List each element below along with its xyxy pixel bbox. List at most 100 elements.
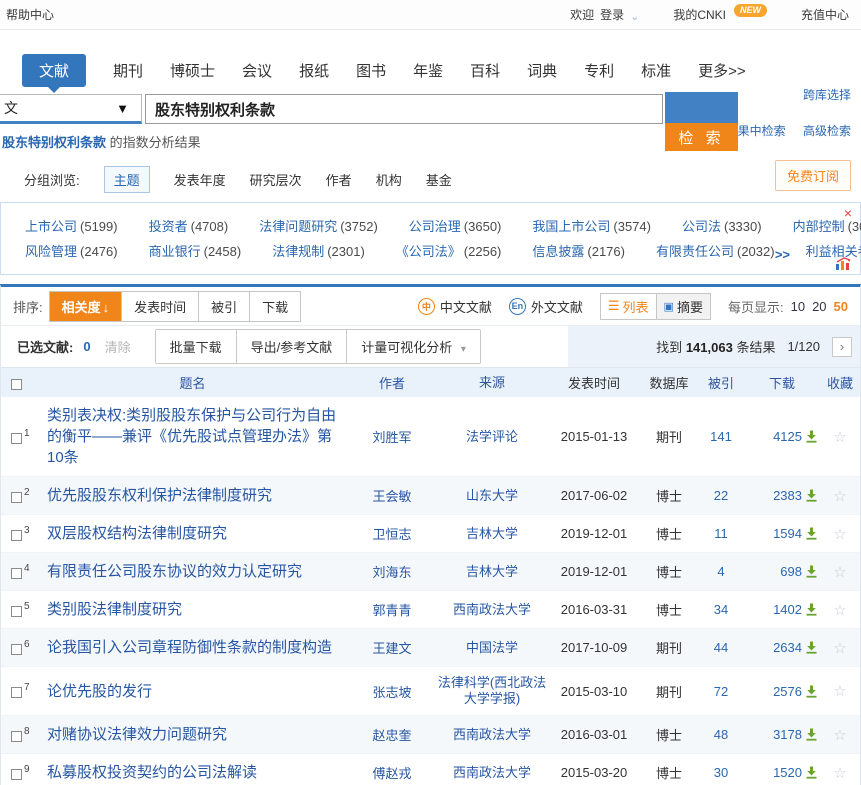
download-icon[interactable] [805, 565, 818, 578]
clear-selection-button[interactable]: 清除 [105, 337, 131, 356]
source-link[interactable]: 法学评论 [466, 429, 518, 444]
result-title-link[interactable]: 类别股法律制度研究 [47, 601, 182, 618]
favorite-star-icon[interactable]: ☆ [820, 428, 860, 446]
nav-tab[interactable]: 图书 [356, 54, 386, 87]
topic-tag[interactable]: 公司治理(3650) [409, 216, 502, 235]
author-link[interactable]: 卫恒志 [372, 527, 411, 542]
download-icon[interactable] [805, 430, 818, 443]
sort-option[interactable]: 相关度 [50, 292, 123, 321]
nav-tab[interactable]: 词典 [527, 54, 557, 87]
download-icon[interactable] [805, 603, 818, 616]
author-link[interactable]: 傅赵戎 [372, 766, 411, 781]
result-title-link[interactable]: 双层股权结构法律制度研究 [47, 525, 227, 542]
next-page-button[interactable]: › [832, 337, 852, 357]
row-checkbox[interactable] [11, 769, 22, 780]
nav-tab[interactable]: 期刊 [113, 54, 143, 87]
download-count-link[interactable]: 1402 [773, 602, 802, 617]
result-title-link[interactable]: 优先股股东权利保护法律制度研究 [47, 487, 272, 504]
source-link[interactable]: 山东大学 [466, 488, 518, 503]
download-count-link[interactable]: 4125 [773, 429, 802, 444]
topic-tag[interactable]: 我国上市公司(3574) [532, 216, 651, 235]
author-link[interactable]: 郭青青 [372, 603, 411, 618]
cited-count-link[interactable]: 34 [714, 602, 728, 617]
per-page-option[interactable]: 50 [834, 299, 848, 314]
export-reference-button[interactable]: 导出/参考文献 [237, 330, 348, 363]
download-count-link[interactable]: 3178 [773, 727, 802, 742]
group-browse-item[interactable]: 基金 [426, 170, 452, 189]
download-icon[interactable] [805, 641, 818, 654]
cited-count-link[interactable]: 30 [714, 765, 728, 780]
source-link[interactable]: 吉林大学 [466, 564, 518, 579]
group-browse-item[interactable]: 发表年度 [174, 170, 226, 189]
download-count-link[interactable]: 698 [780, 564, 802, 579]
bar-chart-icon[interactable] [835, 256, 852, 270]
row-checkbox[interactable] [11, 530, 22, 541]
row-checkbox[interactable] [11, 644, 22, 655]
row-checkbox[interactable] [11, 433, 22, 444]
group-browse-item[interactable]: 研究层次 [250, 170, 302, 189]
nav-tab[interactable]: 会议 [242, 54, 272, 87]
list-view-button[interactable]: ☰ 列表 [601, 294, 656, 319]
download-icon[interactable] [805, 489, 818, 502]
topic-tag[interactable]: 公司法(3330) [682, 216, 762, 235]
result-title-link[interactable]: 私募股权投资契约的公司法解读 [47, 764, 257, 781]
nav-tab[interactable]: 更多>> [698, 54, 746, 87]
cited-count-link[interactable]: 4 [717, 564, 724, 579]
topic-tag[interactable]: 《公司法》(2256) [396, 241, 502, 260]
cited-count-link[interactable]: 72 [714, 684, 728, 699]
group-browse-item[interactable]: 机构 [376, 170, 402, 189]
favorite-star-icon[interactable]: ☆ [820, 601, 860, 619]
topic-tag[interactable]: 信息披露(2176) [532, 241, 625, 260]
favorite-star-icon[interactable]: ☆ [820, 764, 860, 782]
nav-tab[interactable]: 标准 [641, 54, 671, 87]
sort-option[interactable]: 下载 [250, 292, 300, 321]
row-checkbox[interactable] [11, 731, 22, 742]
cited-count-link[interactable]: 44 [714, 640, 728, 655]
favorite-star-icon[interactable]: ☆ [820, 563, 860, 581]
source-link[interactable]: 法律科学(西北政法大学学报) [438, 675, 546, 706]
topic-tag[interactable]: 上市公司(5199) [25, 216, 118, 235]
download-count-link[interactable]: 2634 [773, 640, 802, 655]
row-checkbox[interactable] [11, 606, 22, 617]
row-checkbox[interactable] [11, 568, 22, 579]
sort-option[interactable]: 发表时间 [122, 292, 199, 321]
per-page-option[interactable]: 10 [791, 299, 805, 314]
author-link[interactable]: 赵忠奎 [372, 728, 411, 743]
result-title-link[interactable]: 有限责任公司股东协议的效力认定研究 [47, 563, 302, 580]
favorite-star-icon[interactable]: ☆ [820, 525, 860, 543]
topic-tag[interactable]: 有限责任公司(2032) [656, 241, 775, 260]
recharge-center-link[interactable]: 充值中心 [801, 6, 849, 23]
result-title-link[interactable]: 论优先股的发行 [47, 683, 152, 700]
more-tags-link[interactable]: >> [775, 247, 790, 262]
source-link[interactable]: 西南政法大学 [453, 727, 531, 742]
topic-tag[interactable]: 投资者(4708) [149, 216, 229, 235]
source-link[interactable]: 吉林大学 [466, 526, 518, 541]
source-link[interactable]: 西南政法大学 [453, 602, 531, 617]
metrics-visualization-button[interactable]: 计量可视化分析 ▾ [347, 330, 480, 363]
topic-tag[interactable]: 利益相关者(1668) [806, 241, 861, 260]
foreign-literature-filter[interactable]: En 外文文献 [509, 297, 583, 316]
abstract-view-button[interactable]: ▣ 摘要 [656, 294, 710, 319]
group-browse-item[interactable]: 作者 [326, 170, 352, 189]
download-icon[interactable] [805, 527, 818, 540]
row-checkbox[interactable] [11, 492, 22, 503]
sort-option[interactable]: 被引 [199, 292, 250, 321]
nav-tab[interactable]: 文献 [22, 54, 86, 87]
group-browse-item[interactable]: 主题 [104, 166, 150, 193]
result-title-link[interactable]: 类别表决权:类别股股东保护与公司行为自由的衡平——兼评《优先股试点管理办法》第1… [47, 407, 336, 466]
index-analysis-link[interactable]: 股东特别权利条款 [2, 135, 106, 150]
author-link[interactable]: 刘海东 [372, 565, 411, 580]
favorite-star-icon[interactable]: ☆ [820, 682, 860, 700]
download-count-link[interactable]: 2576 [773, 684, 802, 699]
nav-tab[interactable]: 百科 [470, 54, 500, 87]
login-link[interactable]: 登录 [600, 6, 624, 23]
row-checkbox[interactable] [11, 687, 22, 698]
favorite-star-icon[interactable]: ☆ [820, 639, 860, 657]
cited-count-link[interactable]: 22 [714, 488, 728, 503]
source-link[interactable]: 西南政法大学 [453, 765, 531, 780]
download-count-link[interactable]: 1520 [773, 765, 802, 780]
cited-count-link[interactable]: 11 [714, 526, 728, 541]
help-center-link[interactable]: 帮助中心 [6, 6, 54, 23]
free-subscribe-button[interactable]: 免费订阅 [775, 160, 851, 191]
select-all-checkbox[interactable] [11, 379, 22, 390]
